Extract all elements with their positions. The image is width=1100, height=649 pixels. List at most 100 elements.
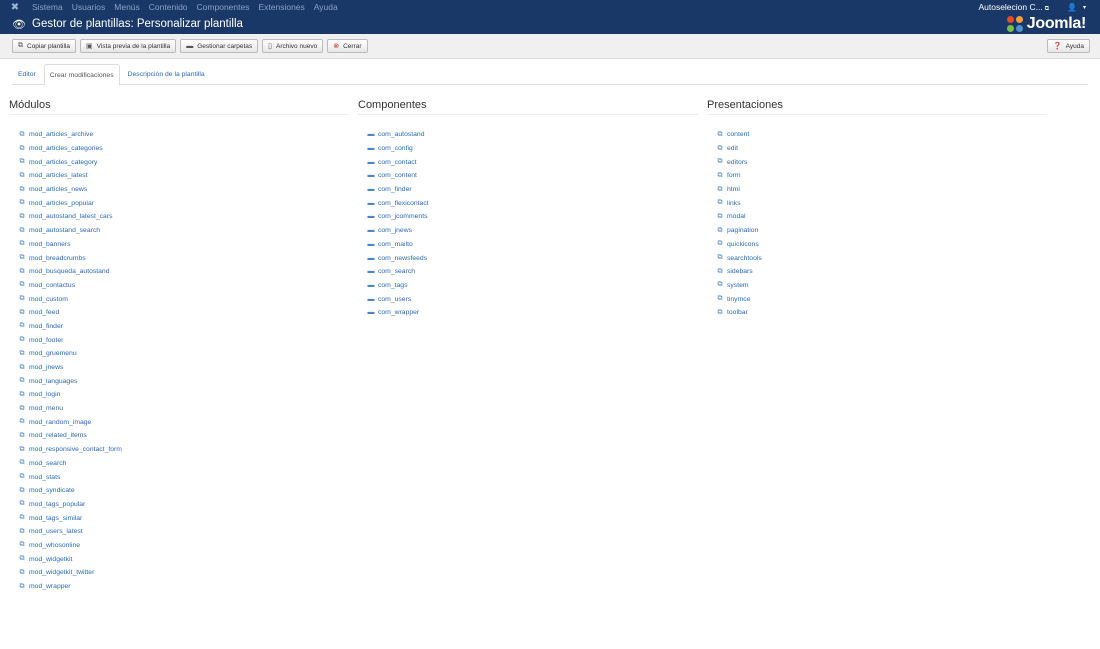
list-item[interactable]: ⧉ modal [716, 210, 1047, 224]
folder-icon: ▬ [367, 186, 375, 194]
list-item[interactable]: ⧉ mod_tags_popular [18, 498, 349, 512]
copy-icon: ⧉ [19, 336, 25, 344]
menu-componentes[interactable]: Componentes [197, 0, 250, 15]
list-item[interactable]: ⧉ mod_articles_archive [18, 128, 349, 142]
manage-folders-button[interactable]: ▬ Gestionar carpetas [180, 39, 259, 53]
list-item[interactable]: ▬ com_contact [367, 155, 698, 169]
list-item[interactable]: ⧉ mod_articles_categories [18, 142, 349, 156]
folder-icon: ▬ [367, 213, 375, 221]
joomla-menu-icon[interactable]: ✖ [10, 0, 20, 15]
list-item[interactable]: ⧉ mod_menu [18, 402, 349, 416]
list-item[interactable]: ▬ com_wrapper [367, 306, 698, 320]
list-item[interactable]: ▬ com_mailto [367, 238, 698, 252]
list-item-label: mod_finder [29, 322, 64, 330]
list-item[interactable]: ⧉ mod_footer [18, 333, 349, 347]
list-item[interactable]: ▬ com_tags [367, 279, 698, 293]
list-item-label: com_newsfeeds [378, 254, 428, 262]
list-item[interactable]: ⧉ html [716, 183, 1047, 197]
list-item-label: mod_footer [29, 336, 64, 344]
list-item[interactable]: ⧉ mod_widgetkit_twitter [18, 566, 349, 580]
list-item[interactable]: ⧉ tinymce [716, 292, 1047, 306]
list-item[interactable]: ⧉ pagination [716, 224, 1047, 238]
list-item[interactable]: ▬ com_flexicontact [367, 196, 698, 210]
content-area: Módulos ⧉ mod_articles_archive ⧉ mod_articl… [0, 99, 1100, 593]
list-item[interactable]: ⧉ mod_custom [18, 292, 349, 306]
list-item[interactable]: ⧉ mod_whosonline [18, 539, 349, 553]
list-item[interactable]: ⧉ form [716, 169, 1047, 183]
list-item[interactable]: ⧉ mod_articles_popular [18, 196, 349, 210]
list-item[interactable]: ⧉ mod_breadcrumbs [18, 251, 349, 265]
list-item[interactable]: ⧉ quickicons [716, 238, 1047, 252]
list-item[interactable]: ⧉ mod_busqueda_autostand [18, 265, 349, 279]
list-item[interactable]: ⧉ mod_random_image [18, 415, 349, 429]
list-item[interactable]: ⧉ mod_articles_latest [18, 169, 349, 183]
list-item[interactable]: ⧉ searchtools [716, 251, 1047, 265]
list-item[interactable]: ⧉ mod_autostand_search [18, 224, 349, 238]
page-title: Gestor de plantillas: Personalizar plant… [32, 18, 243, 30]
tab-descripcion[interactable]: Descripción de la plantilla [122, 64, 211, 84]
list-item[interactable]: ▬ com_config [367, 142, 698, 156]
list-item[interactable]: ⧉ mod_jnews [18, 361, 349, 375]
copy-icon: ⧉ [717, 254, 723, 262]
file-icon: ▯ [268, 43, 272, 50]
list-item[interactable]: ⧉ mod_contactus [18, 279, 349, 293]
list-item[interactable]: ⧉ edit [716, 142, 1047, 156]
list-item[interactable]: ⧉ mod_widgetkit [18, 552, 349, 566]
list-item[interactable]: ▬ com_content [367, 169, 698, 183]
list-item[interactable]: ▬ com_autostand [367, 128, 698, 142]
list-item[interactable]: ⧉ mod_tags_similar [18, 511, 349, 525]
folder-icon: ▬ [367, 227, 375, 235]
list-item[interactable]: ⧉ mod_gruemenu [18, 347, 349, 361]
list-item[interactable]: ⧉ mod_wrapper [18, 580, 349, 594]
menu-menus[interactable]: Menús [114, 0, 140, 15]
components-column: Componentes ▬ com_autostand ▬ com_config ▬ co… [358, 99, 698, 593]
list-item[interactable]: ⧉ mod_banners [18, 238, 349, 252]
tab-editor[interactable]: Editor [12, 64, 42, 84]
joomla-logo-text: Joomla! [1026, 15, 1087, 32]
list-item[interactable]: ⧉ mod_users_latest [18, 525, 349, 539]
main-menu: Sistema Usuarios Menús Contenido Compone… [32, 0, 338, 15]
list-item[interactable]: ▬ com_jnews [367, 224, 698, 238]
list-item[interactable]: ⧉ toolbar [716, 306, 1047, 320]
list-item[interactable]: ⧉ mod_articles_category [18, 155, 349, 169]
list-item[interactable]: ⧉ mod_autostand_latest_cars [18, 210, 349, 224]
external-link-icon: ⧉ [1044, 6, 1050, 12]
new-file-button[interactable]: ▯ Archivo nuevo [262, 39, 324, 53]
list-item[interactable]: ▬ com_newsfeeds [367, 251, 698, 265]
list-item[interactable]: ⧉ sidebars [716, 265, 1047, 279]
list-item[interactable]: ⧉ mod_finder [18, 320, 349, 334]
list-item[interactable]: ▬ com_users [367, 292, 698, 306]
list-item[interactable]: ⧉ mod_responsive_contact_form [18, 443, 349, 457]
list-item[interactable]: ⧉ mod_feed [18, 306, 349, 320]
help-button[interactable]: ❓ Ayuda [1046, 39, 1090, 53]
caret-down-icon[interactable]: ▾ [1083, 4, 1086, 11]
list-item[interactable]: ▬ com_search [367, 265, 698, 279]
list-item[interactable]: ⧉ links [716, 196, 1047, 210]
list-item[interactable]: ⧉ mod_login [18, 388, 349, 402]
user-icon[interactable]: 👤 [1067, 3, 1077, 12]
copy-icon: ⧉ [19, 431, 25, 439]
list-item[interactable]: ⧉ mod_stats [18, 470, 349, 484]
list-item[interactable]: ⧉ content [716, 128, 1047, 142]
list-item[interactable]: ▬ com_jcomments [367, 210, 698, 224]
list-item[interactable]: ⧉ mod_related_items [18, 429, 349, 443]
copy-template-button[interactable]: ⧉ Copiar plantilla [12, 39, 76, 53]
list-item[interactable]: ⧉ editors [716, 155, 1047, 169]
menu-contenido[interactable]: Contenido [149, 0, 188, 15]
list-item[interactable]: ⧉ mod_search [18, 457, 349, 471]
menu-usuarios[interactable]: Usuarios [72, 0, 106, 15]
close-button[interactable]: ⊗ Cerrar [327, 39, 368, 53]
copy-icon: ⧉ [19, 240, 25, 248]
site-link[interactable]: Autoselecion C... ⧉ [978, 2, 1049, 13]
menu-extensiones[interactable]: Extensiones [258, 0, 304, 15]
menu-sistema[interactable]: Sistema [32, 0, 63, 15]
list-item[interactable]: ⧉ system [716, 279, 1047, 293]
tab-crear-modificaciones[interactable]: Crear modificaciones [43, 64, 120, 85]
menu-ayuda[interactable]: Ayuda [314, 0, 338, 15]
preview-template-button[interactable]: ▣ Vista previa de la plantilla [80, 39, 177, 53]
list-item[interactable]: ⧉ mod_languages [18, 374, 349, 388]
list-item[interactable]: ⧉ mod_articles_news [18, 183, 349, 197]
list-item[interactable]: ⧉ mod_syndicate [18, 484, 349, 498]
list-item[interactable]: ▬ com_finder [367, 183, 698, 197]
copy-icon: ⧉ [717, 212, 723, 220]
